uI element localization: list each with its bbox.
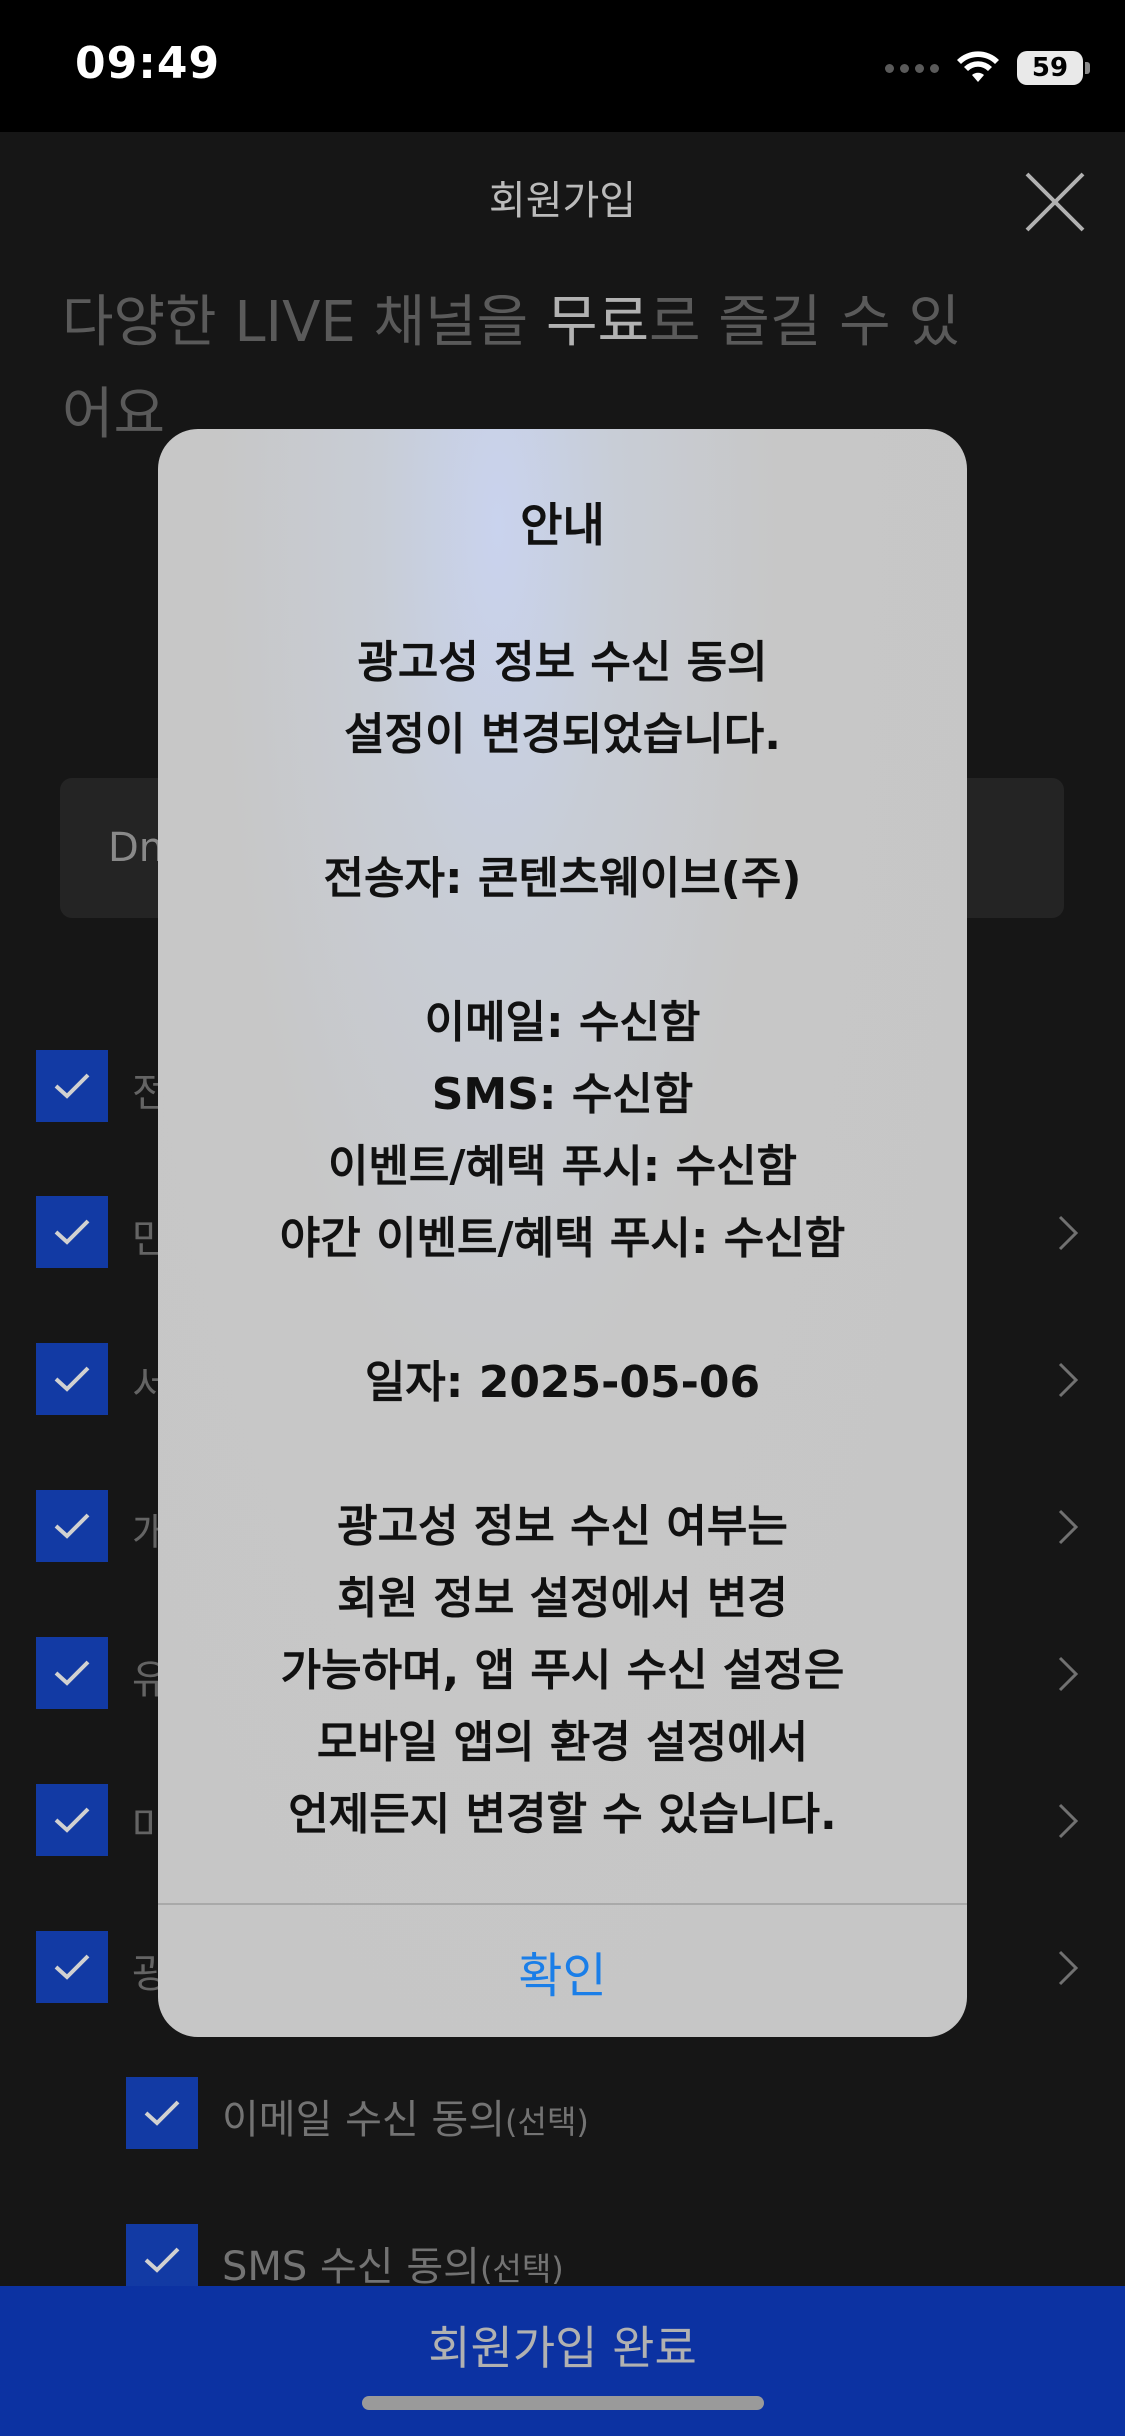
home-indicator: [362, 2396, 764, 2410]
battery-icon: 59: [1017, 51, 1090, 85]
alert-line: 이벤트/혜택 푸시: 수신함: [327, 1141, 798, 1192]
confirm-button[interactable]: 확인: [158, 1905, 967, 2037]
alert-line: 설정이 변경되었습니다.: [344, 709, 781, 760]
alert-line: 가능하며, 앱 푸시 수신 설정은: [280, 1645, 845, 1696]
status-bar: 09:49 59: [0, 0, 1125, 132]
status-time: 09:49: [75, 38, 221, 89]
cellular-signal-icon: [885, 63, 939, 73]
battery-level: 59: [1031, 53, 1069, 83]
alert-line: 광고성 정보 수신 여부는: [337, 1501, 788, 1552]
alert-line: 회원 정보 설정에서 변경: [337, 1573, 788, 1624]
alert-line: 전송자: 콘텐츠웨이브(주): [323, 853, 802, 904]
screen: 09:49 59 회원가입 다양한 LIVE 채널을 무료로 즐길 수 있어요 …: [0, 0, 1125, 2436]
wifi-icon: [957, 51, 999, 82]
alert-line: 광고성 정보 수신 동의: [357, 637, 768, 688]
alert-message: 광고성 정보 수신 동의 설정이 변경되었습니다. 전송자: 콘텐츠웨이브(주)…: [188, 627, 937, 1851]
alert-line: 야간 이벤트/혜택 푸시: 수신함: [279, 1213, 846, 1264]
alert-dialog: 안내 광고성 정보 수신 동의 설정이 변경되었습니다. 전송자: 콘텐츠웨이브…: [158, 429, 967, 2037]
alert-line: 일자: 2025-05-06: [364, 1357, 761, 1408]
alert-line: 이메일: 수신함: [424, 997, 701, 1048]
status-icons: 59: [885, 48, 1090, 88]
alert-line: 모바일 앱의 환경 설정에서: [316, 1717, 809, 1768]
alert-line: 언제든지 변경할 수 있습니다.: [288, 1789, 837, 1840]
alert-title: 안내: [520, 498, 605, 552]
alert-line: SMS: 수신함: [431, 1069, 694, 1120]
